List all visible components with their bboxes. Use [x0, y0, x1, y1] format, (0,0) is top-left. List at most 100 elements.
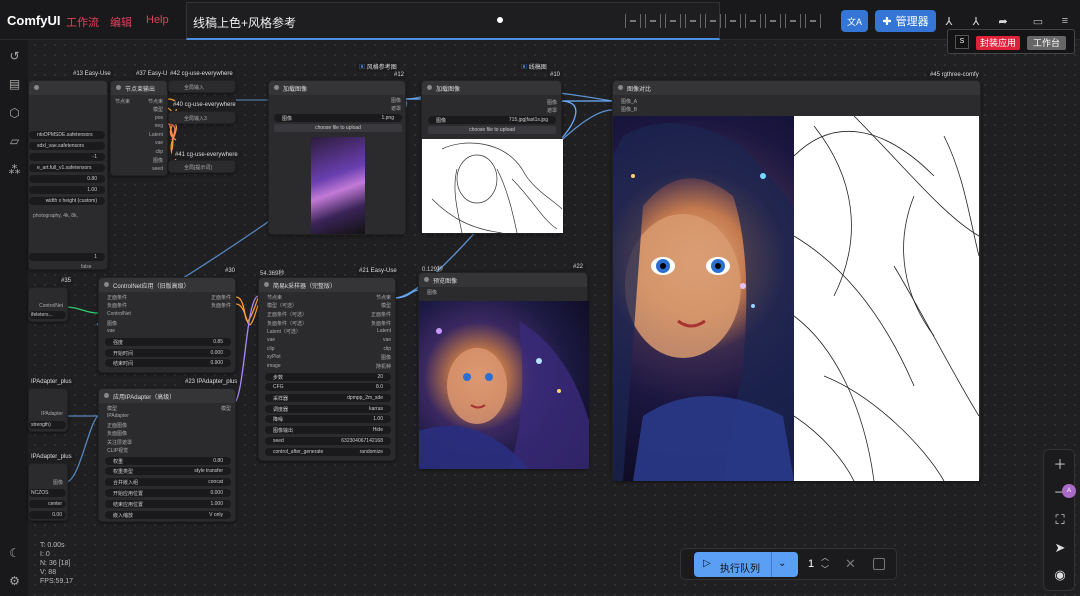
port-image[interactable]: 图像 — [391, 97, 401, 104]
preset-widget[interactable]: strength) — [31, 422, 51, 428]
start-value[interactable]: 0.000 — [210, 350, 223, 356]
port-pos[interactable]: pos — [155, 115, 163, 121]
positive-prompt-text[interactable]: photography, 4k, 8k, — [33, 213, 78, 219]
ckpt-name-widget[interactable]: ntoDPMSDE.safetensors — [37, 132, 93, 138]
control-after-generate-value[interactable]: randomize — [360, 449, 383, 455]
prep-image-node[interactable]: 图像 NCZOS center 0.00 — [28, 463, 68, 521]
weight-type-value[interactable]: style transfer — [194, 468, 223, 474]
anything-everywhere-node[interactable]: 全局输入 — [168, 80, 236, 93]
theme-icon[interactable]: ☾ — [8, 547, 21, 560]
same-height-icon[interactable] — [805, 14, 821, 28]
port-image[interactable]: 正面图像 — [107, 422, 127, 429]
align-bottom-icon[interactable] — [725, 14, 741, 28]
port-model-out[interactable]: 模型 — [381, 302, 391, 309]
anything-everywhere3-node[interactable]: 全局输入3 — [168, 111, 236, 124]
align-top-icon[interactable] — [685, 14, 701, 28]
port-image-out[interactable]: 图像 — [53, 479, 63, 486]
align-middle-icon[interactable] — [705, 14, 721, 28]
ipadapter-loader-node[interactable]: IPAdapter strength) — [28, 388, 68, 432]
settings-icon[interactable]: ⚙ — [8, 575, 21, 588]
interpolation-widget[interactable]: NCZOS — [31, 490, 49, 496]
port-latent-out[interactable]: Latent — [377, 328, 391, 334]
easy-use-loader-node[interactable]: ntoDPMSDE.safetensors sdxl_vae.safetenso… — [28, 80, 108, 270]
port-negative-out[interactable]: 负面条件 — [211, 302, 231, 309]
port-model[interactable]: 模型 — [153, 106, 163, 113]
menu-edit[interactable]: 编辑 — [110, 14, 132, 30]
same-width-icon[interactable] — [785, 14, 801, 28]
select-icon[interactable]: ➤ — [1053, 541, 1067, 555]
increment-icon[interactable]: ︿ — [821, 552, 829, 563]
run-queue-button[interactable]: ▷ 执行队列 ⌄ — [694, 552, 798, 577]
port-image[interactable]: 图像 — [107, 320, 117, 327]
embeds-scaling-value[interactable]: V only — [209, 512, 223, 518]
port-clip[interactable]: clip — [267, 346, 275, 352]
port-model-opt[interactable]: 模型（可选） — [267, 302, 297, 309]
port-clip[interactable]: clip — [155, 149, 163, 155]
port-vae-out[interactable]: vae — [383, 337, 391, 343]
history-icon[interactable]: ↺ — [8, 50, 21, 63]
clip-skip-widget[interactable]: -1 — [93, 154, 97, 160]
steps-value[interactable]: 20 — [377, 374, 383, 380]
port-neg-out[interactable]: 负面条件 — [371, 320, 391, 327]
port-neg-opt[interactable]: 负面条件（可选） — [267, 320, 307, 327]
port-positive[interactable]: 正面条件 — [107, 294, 127, 301]
lora-model-strength-widget[interactable]: 0.80 — [87, 176, 97, 182]
queue-icon[interactable]: ▤ — [8, 78, 21, 91]
preview-image-node[interactable]: 预览图像 图像 — [418, 272, 589, 469]
end-at-value[interactable]: 1.000 — [210, 501, 223, 507]
port-xyplot[interactable]: xyPlot — [267, 354, 281, 360]
lora-clip-strength-widget[interactable]: 1.00 — [87, 187, 97, 193]
decrement-icon[interactable]: ﹀ — [821, 564, 829, 575]
port-vae[interactable]: vae — [267, 337, 275, 343]
port-image[interactable]: image — [267, 363, 281, 369]
image-output-value[interactable]: Hide — [373, 427, 383, 433]
port-clip-out[interactable]: clip — [383, 346, 391, 352]
sharpening-widget[interactable]: 0.00 — [52, 512, 62, 518]
port-latent-opt[interactable]: Latent（可选） — [267, 328, 301, 335]
seed-value[interactable]: 632304067142168 — [341, 438, 383, 444]
align-right-icon[interactable] — [665, 14, 681, 28]
end-value[interactable]: 0.900 — [210, 360, 223, 366]
image-select[interactable]: 1.png — [381, 115, 394, 121]
controlnet-loader-node[interactable]: ControlNet ifeleters... — [28, 287, 68, 322]
upload-button[interactable]: choose file to upload — [274, 124, 402, 132]
ksampler-full-node[interactable]: 简易k采样器（完整版） 节点束 模型（可选） 正面条件（可选） 负面条件（可选）… — [258, 277, 396, 461]
port-image-b[interactable]: 图像_B — [621, 106, 637, 113]
port-model[interactable]: 模型 — [107, 405, 117, 412]
chevron-down-icon[interactable]: ⌄ — [778, 558, 786, 569]
prompts-everywhere-node[interactable]: 全局[提示词] — [168, 160, 236, 173]
weight-value[interactable]: 0.80 — [213, 458, 223, 464]
strength-value[interactable]: 0.85 — [213, 339, 223, 345]
port-pipe-out[interactable]: 节点束 — [148, 98, 163, 105]
port-pipe-in[interactable]: 节点束 — [115, 98, 130, 105]
distribute-h-icon[interactable] — [745, 14, 761, 28]
translate-float-icon[interactable]: A — [1062, 484, 1076, 498]
package-app-button[interactable]: 封装应用 — [976, 36, 1021, 50]
port-controlnet[interactable]: ControlNet — [107, 311, 131, 317]
port-ipadapter[interactable]: IPAdapter — [107, 413, 129, 419]
port-seed[interactable]: seed — [152, 166, 163, 172]
port-pipe-out[interactable]: 节点束 — [376, 294, 391, 301]
port-mask[interactable]: 遮罩 — [547, 107, 557, 114]
port-vae[interactable]: vae — [107, 328, 115, 334]
scheduler-value[interactable]: karras — [369, 406, 383, 412]
port-ipadapter-out[interactable]: IPAdapter — [41, 411, 63, 417]
manager-button[interactable]: ✚ 管理器 — [875, 10, 936, 32]
sampler-value[interactable]: dpmpp_2m_sde — [347, 395, 383, 401]
denoise-value[interactable]: 1.00 — [373, 416, 383, 422]
model-library-icon[interactable]: ⬡ — [8, 107, 21, 120]
cfg-value[interactable]: 8.0 — [376, 384, 383, 390]
port-vae[interactable]: vae — [155, 140, 163, 146]
align-center-icon[interactable] — [645, 14, 661, 28]
cancel-icon[interactable]: ✕ — [845, 556, 856, 572]
upload-button[interactable]: choose file to upload — [428, 126, 556, 134]
port-pipe-in[interactable]: 节点束 — [267, 294, 282, 301]
workbench-button[interactable]: 工作台 — [1027, 36, 1067, 50]
controlnet-name-widget[interactable]: ifeleters... — [31, 312, 53, 318]
port-positive-out[interactable]: 正面条件 — [211, 294, 231, 301]
port-controlnet-out[interactable]: ControlNet — [39, 303, 63, 309]
port-pos-out[interactable]: 正面条件 — [371, 311, 391, 318]
lora-name-widget[interactable]: e_art.full_v1.safetensors — [37, 165, 91, 171]
menu-help[interactable]: Help — [146, 14, 169, 26]
eye-icon[interactable]: ◉ — [1053, 568, 1067, 582]
